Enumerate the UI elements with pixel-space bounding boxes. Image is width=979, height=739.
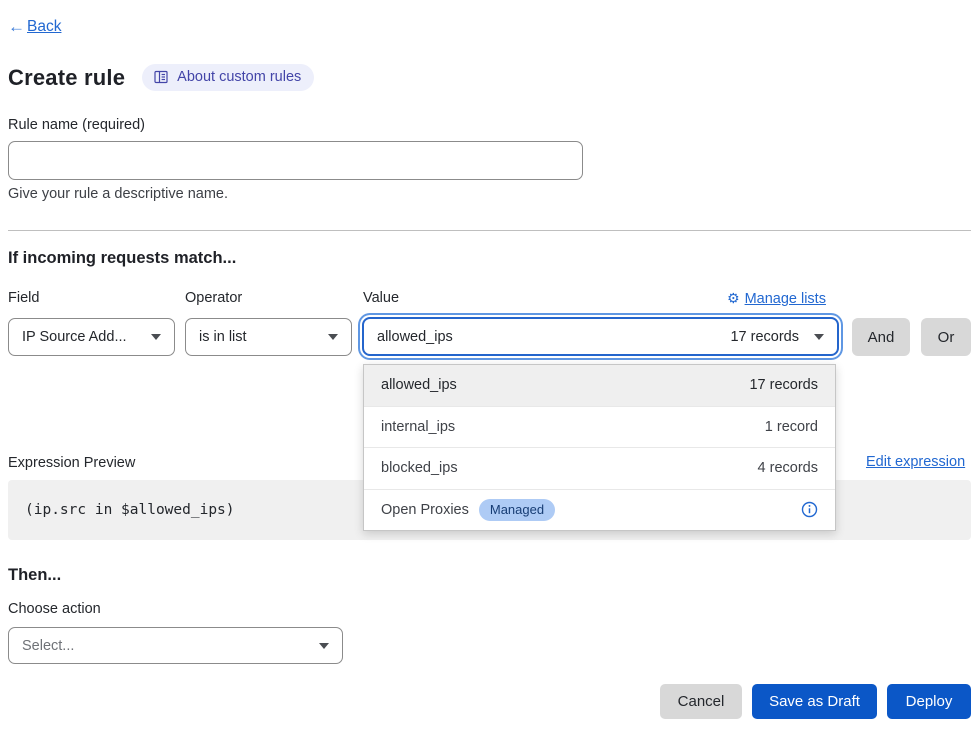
list-option-internal-ips[interactable]: internal_ips 1 record [364, 406, 835, 448]
chevron-down-icon [328, 334, 338, 340]
value-select-record-count: 17 records [730, 329, 799, 345]
list-option-name: blocked_ips [381, 460, 458, 476]
list-option-blocked-ips[interactable]: blocked_ips 4 records [364, 447, 835, 489]
rule-name-input[interactable] [8, 141, 583, 180]
page-title: Create rule [8, 65, 125, 91]
action-select-placeholder: Select... [22, 638, 74, 654]
list-option-allowed-ips[interactable]: allowed_ips 17 records [364, 365, 835, 406]
operator-select[interactable]: is in list [185, 318, 352, 356]
manage-lists-link[interactable]: ⚙ Manage lists [727, 290, 840, 307]
edit-expression-link[interactable]: Edit expression [866, 454, 965, 470]
and-button[interactable]: And [852, 318, 910, 356]
cancel-button[interactable]: Cancel [660, 684, 742, 719]
back-link-label: Back [27, 18, 61, 36]
info-icon[interactable] [801, 501, 818, 518]
value-column-label: Value [363, 290, 399, 306]
managed-badge: Managed [479, 499, 555, 521]
then-section-heading: Then... [8, 566, 61, 585]
deploy-button[interactable]: Deploy [887, 684, 971, 719]
value-select-value: allowed_ips [377, 329, 453, 345]
chevron-down-icon [814, 334, 824, 340]
manage-lists-label: Manage lists [745, 291, 826, 307]
expression-preview-label: Expression Preview [8, 455, 135, 471]
field-select[interactable]: IP Source Add... [8, 318, 175, 356]
about-custom-rules-label: About custom rules [177, 69, 301, 85]
rule-name-helper-text: Give your rule a descriptive name. [8, 186, 228, 202]
gear-icon: ⚙ [727, 290, 740, 307]
choose-action-label: Choose action [8, 601, 101, 617]
page-header: Create rule About custom rules [8, 64, 314, 91]
list-option-name: internal_ips [381, 419, 455, 435]
operator-column-label: Operator [185, 290, 242, 306]
back-arrow-icon: ← [8, 17, 25, 37]
chevron-down-icon [151, 334, 161, 340]
operator-select-value: is in list [199, 329, 247, 345]
field-select-value: IP Source Add... [22, 329, 127, 345]
or-button[interactable]: Or [921, 318, 971, 356]
chevron-down-icon [319, 643, 329, 649]
action-select[interactable]: Select... [8, 627, 343, 664]
list-dropdown-menu: allowed_ips 17 records internal_ips 1 re… [363, 364, 836, 531]
back-link[interactable]: ←Back [8, 17, 61, 37]
expression-code: (ip.src in $allowed_ips) [8, 502, 235, 518]
field-column-label: Field [8, 290, 39, 306]
save-as-draft-button[interactable]: Save as Draft [752, 684, 877, 719]
rule-name-label: Rule name (required) [8, 117, 145, 133]
value-select[interactable]: allowed_ips 17 records [362, 317, 839, 356]
about-custom-rules-link[interactable]: About custom rules [142, 64, 314, 91]
book-icon [153, 69, 169, 85]
list-option-record-count: 4 records [758, 460, 818, 476]
list-option-record-count: 17 records [749, 377, 818, 393]
section-divider [8, 230, 971, 231]
match-section-heading: If incoming requests match... [8, 249, 236, 268]
list-option-record-count: 1 record [765, 419, 818, 435]
list-option-name: allowed_ips [381, 377, 457, 393]
list-option-name: Open Proxies [381, 502, 469, 518]
list-option-open-proxies[interactable]: Open Proxies Managed [364, 489, 835, 531]
